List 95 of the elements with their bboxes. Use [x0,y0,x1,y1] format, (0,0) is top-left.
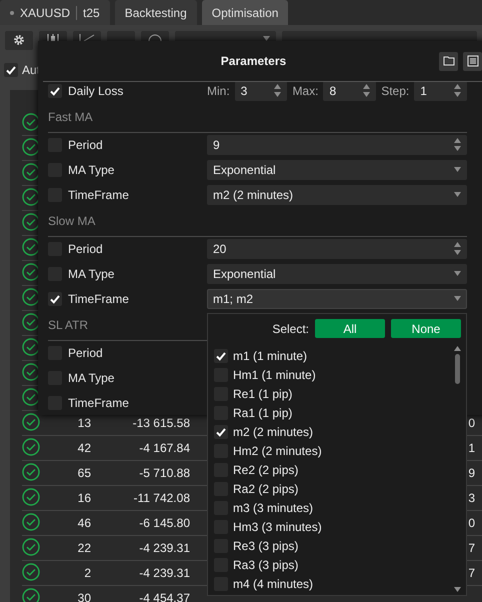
param-label: MA Type [68,266,114,280]
param-label: TimeFrame [68,292,129,306]
param-label: Period [68,346,103,360]
table-cell-text: 2 [83,566,91,580]
number-field[interactable]: 20 [207,238,467,258]
table-cell-text: -11 742.08 [132,491,190,505]
param-label: TimeFrame [68,396,129,410]
table-cell: 0 [468,516,475,530]
max-field[interactable]: 8 [323,82,376,100]
checkbox[interactable] [48,84,62,98]
dialog-title: Parameters [220,54,288,68]
status-dot-icon [10,10,14,14]
checkbox[interactable] [48,292,62,306]
caret-down-icon [454,296,461,301]
tab[interactable]: Backtesting [114,0,197,25]
table-cell: 7 [468,541,475,555]
checkbox[interactable] [4,63,18,77]
select-label: Select: [272,322,309,336]
table-cell: 3 [468,491,475,505]
step-label: Step: [381,84,410,98]
param-label: Period [68,138,103,152]
save-button[interactable] [463,52,482,70]
section-title: Slow MA [48,207,467,237]
open-button[interactable] [439,52,458,70]
option-label[interactable]: Hm3 (3 minutes) [233,520,322,534]
table-cell-text: -5 710.88 [138,466,190,480]
candlestick-icon [46,34,60,41]
table-cell: 7 [468,566,475,580]
option-label[interactable]: Ra3 (3 pips) [233,558,298,572]
min-label: Min: [207,84,230,98]
param-label: MA Type [68,370,114,384]
table-cell-text: -4 454.37 [138,591,190,602]
option-label[interactable]: Hm1 (1 minute) [233,368,316,382]
option-label[interactable]: Ra2 (2 pips) [233,482,298,496]
table-cell-text: 30 [76,591,91,602]
option-label[interactable]: m3 (3 minutes) [233,500,314,514]
table-cell-text: 22 [76,541,91,555]
table-cell-text: 46 [76,516,91,530]
spinner-arrows-icon[interactable] [363,84,370,97]
param-label: Period [68,242,103,256]
select-field[interactable]: Exponential [207,264,467,284]
min-field[interactable]: 3 [234,82,288,100]
table-cell-text: 16 [76,491,91,505]
option-label[interactable]: Hm2 (2 minutes) [233,444,322,458]
option-label[interactable]: Re3 (3 pips) [233,538,298,552]
spinner-arrows-icon[interactable] [454,138,461,151]
table-cell: 9 [468,466,475,480]
line-chart-icon [79,34,95,41]
step-field[interactable]: 1 [414,82,468,100]
table-cell-text: 42 [76,441,91,455]
option-label[interactable]: Ra1 (1 pip) [233,406,292,420]
spinner-arrows-icon[interactable] [274,84,282,97]
table-cell-text: -4 239.31 [138,566,190,580]
tab-label: XAUUSD [20,6,70,20]
table-cell-text: -6 145.80 [138,516,190,530]
table-cell-text: 13 [76,416,91,430]
param-label: MA Type [68,162,114,176]
param-label: TimeFrame [68,188,129,202]
param-label: Daily Loss [68,84,124,98]
option-label[interactable]: m2 (2 minutes) [233,424,314,438]
select-field[interactable]: m1; m2 [207,288,467,308]
max-label: Max: [292,84,318,98]
table-cell-text: -4 239.31 [138,541,190,555]
select-button[interactable]: All [315,319,385,338]
scrollbar-thumb[interactable] [455,354,460,384]
number-field[interactable]: 9 [207,134,467,154]
option-label[interactable]: m1 (1 minute) [233,348,308,362]
checkbox[interactable] [214,424,228,438]
caret-up-icon [454,346,461,351]
option-label[interactable]: m4 (4 minutes) [233,576,314,590]
option-label[interactable]: Re1 (1 pip) [233,386,292,400]
table-cell: 0 [468,416,475,430]
folder-icon [442,56,454,66]
table-cell-text: -13 615.58 [132,416,190,430]
select-button[interactable]: None [391,319,461,338]
tab[interactable]: XAUUSD t25 [0,0,110,25]
section-title: Fast MA [48,103,467,133]
spinner-arrows-icon[interactable] [454,84,462,97]
spinner-arrows-icon[interactable] [454,242,461,255]
caret-down-icon [454,271,461,276]
checkbox[interactable] [214,348,228,362]
table-cell-text: -4 167.84 [138,441,190,455]
table-cell-text: 65 [76,466,91,480]
caret-down-icon [454,192,461,197]
gear-icon [13,34,25,46]
settings-button[interactable] [5,31,33,50]
option-label[interactable]: Re2 (2 pips) [233,462,298,476]
caret-down-icon [454,587,461,592]
table-cell: 1 [468,441,475,455]
gauge-icon [148,34,162,41]
tab[interactable]: Optimisation [202,0,288,25]
select-field[interactable]: m2 (2 minutes) [207,184,467,204]
select-field[interactable]: Exponential [207,160,467,180]
tab-label: t25 [83,6,100,20]
caret-down-icon [454,167,461,172]
